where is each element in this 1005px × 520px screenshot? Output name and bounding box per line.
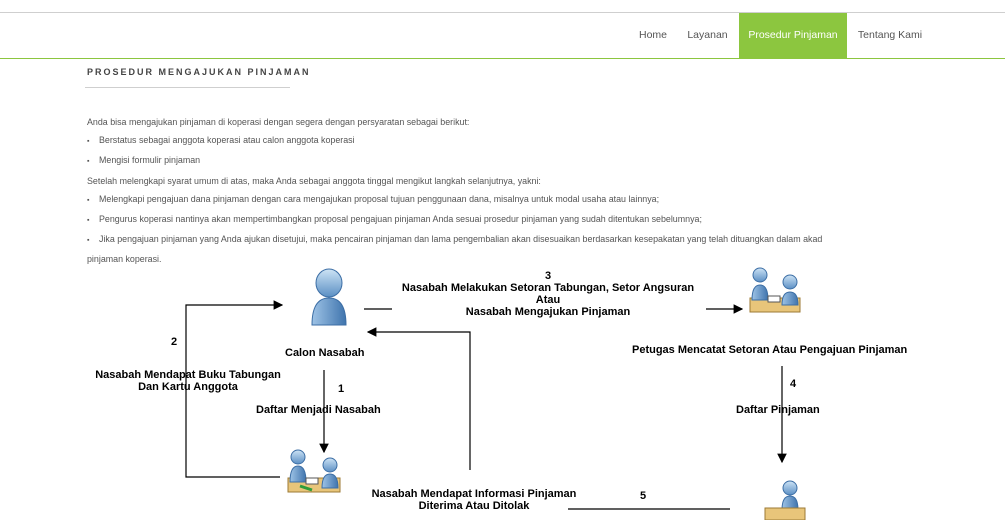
content-text: Anda bisa mengajukan pinjaman di koperas… [87,113,967,269]
nav-home[interactable]: Home [627,13,679,58]
step5-label-line: Diterima Atau Ditolak [418,500,530,512]
step1-number: 1 [338,383,345,395]
step4-number: 4 [790,378,797,390]
step-item: Pengurus koperasi nantinya akan memperti… [87,210,967,230]
title-divider [85,87,290,88]
meeting-icon [749,267,801,313]
intro-text: Anda bisa mengajukan pinjaman di koperas… [87,117,470,127]
nav-tentang-kami[interactable]: Tentang Kami [852,13,928,58]
step3-number: 3 [544,270,552,282]
meeting-icon [764,480,806,520]
step2-label: Nasabah Mendapat Buku Tabungan Dan Kartu… [88,369,288,393]
step5-label-line: Nasabah Mendapat Informasi Pinjaman [371,488,577,500]
section-title: PROSEDUR MENGAJUKAN PINJAMAN [87,67,311,77]
calon-nasabah-label: Calon Nasabah [285,347,365,359]
requirement-item: Mengisi formulir pinjaman [87,151,967,171]
steps-intro-text: Setelah melengkapi syarat umum di atas, … [87,175,541,186]
step2-label-line: Nasabah Mendapat Buku Tabungan [95,369,281,381]
step2-number: 2 [171,336,178,348]
nav-underline [0,58,1005,59]
step5-label: Nasabah Mendapat Informasi Pinjaman Dite… [360,488,588,512]
petugas-label: Petugas Mencatat Setoran Atau Pengajuan … [632,344,908,356]
step-item: Melengkapi pengajuan dana pinjaman denga… [87,190,967,210]
meeting-icon [287,449,341,493]
step2-label-line: Dan Kartu Anggota [138,381,238,393]
step3-label: 3 Nasabah Melakukan Setoran Tabungan, Se… [390,270,706,318]
step1-label: Daftar Menjadi Nasabah [256,404,381,416]
step4-label: Daftar Pinjaman [736,404,820,416]
step3-label-line: Nasabah Melakukan Setoran Tabungan, Seto… [401,282,695,294]
nav-prosedur-pinjaman[interactable]: Prosedur Pinjaman [739,13,847,58]
step3-label-line: Atau [535,294,561,306]
step5-number: 5 [640,490,647,502]
flow-arrow [366,327,471,470]
requirement-item: Berstatus sebagai anggota koperasi atau … [87,131,967,151]
step3-label-line: Nasabah Mengajukan Pinjaman [465,306,631,318]
nav-layanan[interactable]: Layanan [680,13,735,58]
step-item: Jika pengajuan pinjaman yang Anda ajukan… [87,230,967,250]
person-icon [311,268,347,326]
